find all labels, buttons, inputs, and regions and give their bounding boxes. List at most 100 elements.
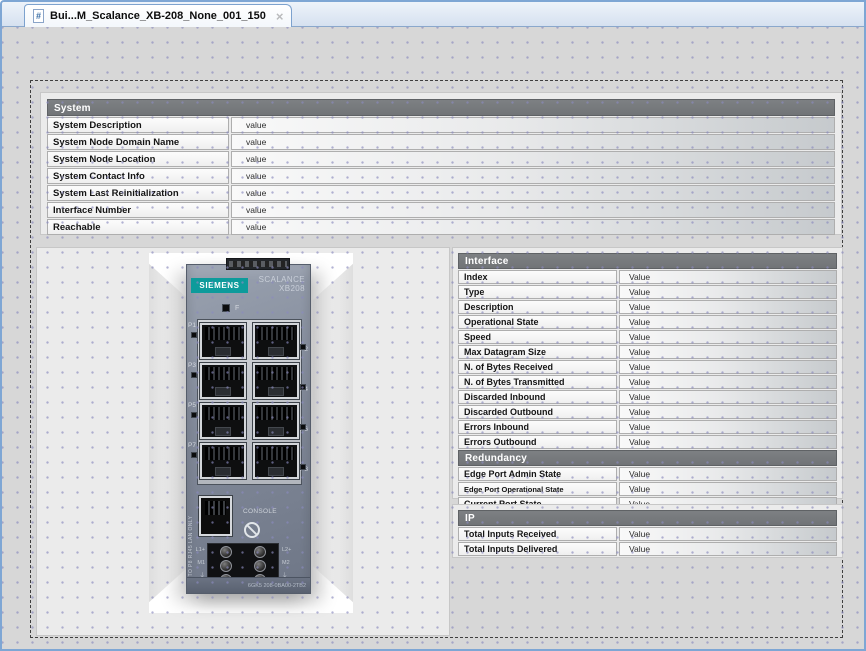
editor-tab[interactable]: # Bui...M_Scalance_XB-208_None_001_150 × <box>24 4 292 27</box>
port-led <box>191 412 197 418</box>
prohibition-icon <box>244 522 260 538</box>
port-led <box>300 424 306 430</box>
row-value: Value <box>619 300 837 314</box>
table-row: Interface Number value <box>47 202 835 218</box>
system-panel[interactable]: System System Description value System N… <box>40 92 842 235</box>
row-value: value <box>231 202 835 218</box>
row-label: N. of Bytes Transmitted <box>458 375 617 389</box>
row-value: value <box>231 151 835 167</box>
row-value: Value <box>619 435 837 449</box>
row-label: Interface Number <box>47 202 229 218</box>
rj45-port <box>253 323 299 359</box>
system-table: System System Description value System N… <box>47 99 835 235</box>
rj45-port-block <box>197 319 302 485</box>
row-value: Value <box>619 360 837 374</box>
table-row: Index Value <box>458 270 837 284</box>
rj45-port <box>253 403 299 439</box>
redundancy-table: Redundancy Edge Port Admin State Value E… <box>458 450 837 511</box>
table-row: N. of Bytes Transmitted Value <box>458 375 837 389</box>
row-value: Value <box>619 315 837 329</box>
rj45-port <box>200 403 246 439</box>
device-photo: SIEMENS SCALANCE XB208 F <box>149 253 353 613</box>
tab-title: Bui...M_Scalance_XB-208_None_001_150 <box>50 10 266 22</box>
interface-table-header: Interface <box>458 253 837 269</box>
row-label: Errors Inbound <box>458 420 617 434</box>
table-row: Discarded Outbound Value <box>458 405 837 419</box>
fault-led <box>222 304 230 312</box>
row-label: Index <box>458 270 617 284</box>
terminal-screw <box>254 546 266 558</box>
row-label: Edge Port Operational State <box>458 482 617 496</box>
row-label: Discarded Inbound <box>458 390 617 404</box>
design-canvas[interactable]: System System Description value System N… <box>2 27 864 649</box>
ip-table-header: IP <box>458 510 837 526</box>
row-label: System Description <box>47 117 229 133</box>
device-image-panel[interactable]: SIEMENS SCALANCE XB208 F <box>36 247 450 636</box>
table-row: Speed Value <box>458 330 837 344</box>
interface-panel[interactable]: Interface Index Value Type Value <box>452 247 843 499</box>
table-row: System Description value <box>47 117 835 133</box>
row-value: Value <box>619 330 837 344</box>
row-value: Value <box>619 270 837 284</box>
side-inscription: P1 TO P8 RJ45 LAN ONLY <box>187 465 195 585</box>
row-value: Value <box>619 467 837 481</box>
faceplate-editor-window: # Bui...M_Scalance_XB-208_None_001_150 ×… <box>0 0 866 651</box>
row-label: Max Datagram Size <box>458 345 617 359</box>
table-row: N. of Bytes Received Value <box>458 360 837 374</box>
row-value: Value <box>619 345 837 359</box>
row-value: Value <box>619 390 837 404</box>
photo-shading-right <box>313 253 353 613</box>
fault-led-label: F <box>235 304 239 313</box>
port-labels-left: P1P3P5P7 <box>188 319 196 485</box>
row-label: Errors Outbound <box>458 435 617 449</box>
model-line-2: XB208 <box>279 284 305 293</box>
siemens-logo: SIEMENS <box>191 278 248 293</box>
rj45-port <box>253 363 299 399</box>
row-label: Edge Port Admin State <box>458 467 617 481</box>
rj45-port <box>200 323 246 359</box>
close-icon[interactable]: × <box>276 10 284 23</box>
power-label: L2+ <box>282 544 306 557</box>
interface-table: Interface Index Value Type Value <box>458 253 837 449</box>
faceplate-document-icon: # <box>33 9 44 23</box>
row-value: value <box>231 185 835 201</box>
table-row: Total Inputs Delivered Value <box>458 542 837 556</box>
row-label: Type <box>458 285 617 299</box>
row-label: Discarded Outbound <box>458 405 617 419</box>
table-row: System Node Location value <box>47 151 835 167</box>
system-table-header: System <box>47 99 835 116</box>
row-label: System Node Location <box>47 151 229 167</box>
scalance-switch-device: SIEMENS SCALANCE XB208 F <box>186 264 311 594</box>
terminal-screw <box>220 560 232 572</box>
table-row: Edge Port Admin State Value <box>458 467 837 481</box>
table-row: Max Datagram Size Value <box>458 345 837 359</box>
ip-table: IP Total Inputs Received Value Total Inp… <box>458 510 837 556</box>
row-label: System Contact Info <box>47 168 229 184</box>
row-label: Total Inputs Received <box>458 527 617 541</box>
row-value: Value <box>619 375 837 389</box>
row-value: value <box>231 168 835 184</box>
port-label: P3 <box>188 362 196 369</box>
table-row: Description Value <box>458 300 837 314</box>
editor-tab-bar: # Bui...M_Scalance_XB-208_None_001_150 × <box>2 2 864 27</box>
table-row: Total Inputs Received Value <box>458 527 837 541</box>
port-led <box>191 332 197 338</box>
power-label: M2 <box>282 557 306 570</box>
port-label: P7 <box>188 442 196 449</box>
port-led <box>300 464 306 470</box>
console-label: CONSOLE <box>243 508 277 515</box>
row-value: value <box>231 219 835 235</box>
table-row: System Last Reinitialization value <box>47 185 835 201</box>
row-value: Value <box>619 542 837 556</box>
part-number-label: 6GK5 208-0BA00-2TB2 <box>187 577 310 593</box>
device-model-label: SCALANCE XB208 <box>259 275 305 293</box>
model-line-1: SCALANCE <box>259 275 305 284</box>
row-label: System Node Domain Name <box>47 134 229 150</box>
terminal-screw <box>220 546 232 558</box>
table-row: System Node Domain Name value <box>47 134 835 150</box>
row-value: Value <box>619 420 837 434</box>
rj45-port <box>200 443 246 479</box>
table-row: Discarded Inbound Value <box>458 390 837 404</box>
rj45-port <box>253 443 299 479</box>
ip-panel[interactable]: IP Total Inputs Received Value Total Inp… <box>452 504 843 558</box>
